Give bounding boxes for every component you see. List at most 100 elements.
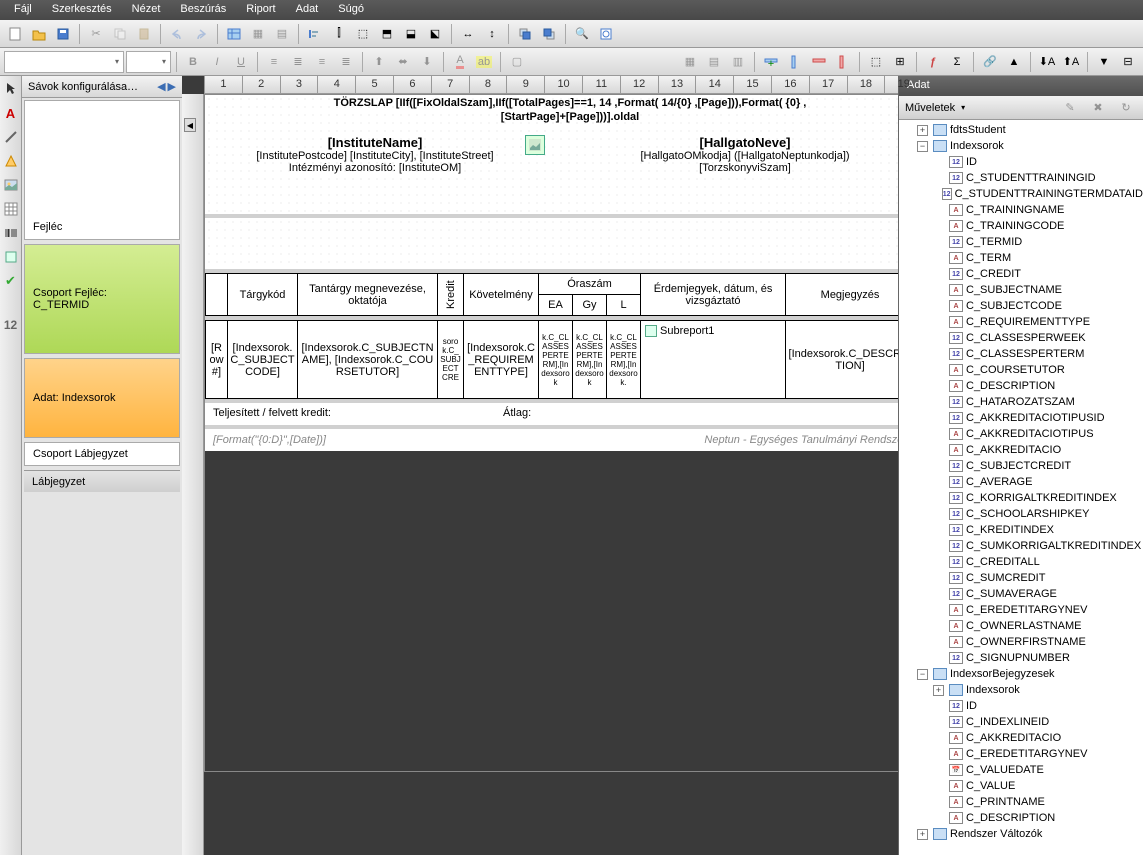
- table-header[interactable]: Tárgykód Tantárgy megnevezése, oktatója …: [205, 273, 898, 316]
- canvas-page-footer[interactable]: [Format("{0:D}",[Date])] Neptun - Egység…: [205, 429, 898, 451]
- paste-button[interactable]: [133, 23, 155, 45]
- sort-desc-icon[interactable]: ⬆A: [1060, 51, 1082, 73]
- gf-avg-box[interactable]: Átlag:: [495, 403, 645, 425]
- tree-item[interactable]: 12C_SIGNUPNUMBER: [899, 650, 1143, 666]
- border-button[interactable]: ▢: [506, 51, 528, 73]
- band-header[interactable]: Fejléc: [24, 100, 180, 240]
- tree-item[interactable]: 12C_AVERAGE: [899, 474, 1143, 490]
- tree-item[interactable]: AC_TERM: [899, 250, 1143, 266]
- merge-icon[interactable]: ⬚: [865, 51, 887, 73]
- tree-item[interactable]: 12C_AKKREDITACIOTIPUSID: [899, 410, 1143, 426]
- pf-date-field[interactable]: [Format("{0:D}",[Date])]: [213, 434, 326, 446]
- canvas-page-header[interactable]: TÖRZSLAP [IIf([FixOldalSzam],IIf([TotalP…: [205, 95, 898, 218]
- valign-bot-icon[interactable]: ⬇: [416, 51, 438, 73]
- cell-ea[interactable]: k.C_CLASSESPERTERM],[Indexsorok: [539, 321, 573, 399]
- tree-item[interactable]: 12C_KORRIGALTKREDITINDEX: [899, 490, 1143, 506]
- image-icon[interactable]: [2, 176, 20, 194]
- tree-item[interactable]: 12ID: [899, 154, 1143, 170]
- tree-item[interactable]: 12C_CREDITALL: [899, 554, 1143, 570]
- pointer-icon[interactable]: [2, 80, 20, 98]
- ungroup-button[interactable]: ▤: [271, 23, 293, 45]
- text-right-icon[interactable]: ≡: [311, 51, 333, 73]
- align-right-icon[interactable]: ⬚: [352, 23, 374, 45]
- tree-item[interactable]: 12C_SUMCREDIT: [899, 570, 1143, 586]
- shape-icon[interactable]: [2, 152, 20, 170]
- cell-credit[interactable]: sorok.C_SUBJECTCRE: [438, 321, 464, 399]
- font-combo[interactable]: ▾: [4, 51, 124, 73]
- send-back-icon[interactable]: [538, 23, 560, 45]
- cell-subreport[interactable]: Subreport1: [641, 321, 786, 399]
- italic-button[interactable]: I: [206, 51, 228, 73]
- th-tantargy[interactable]: Tantárgy megnevezése, oktatója: [298, 274, 438, 316]
- align-left-icon[interactable]: [304, 23, 326, 45]
- tree-expander-icon[interactable]: +: [933, 685, 944, 696]
- scroll-left-icon[interactable]: ◀: [184, 118, 196, 132]
- bands-title[interactable]: Sávok konfigurálása… ◀▶: [22, 76, 182, 98]
- undo-button[interactable]: [166, 23, 188, 45]
- tree-item[interactable]: 12C_CLASSESPERWEEK: [899, 330, 1143, 346]
- filter-icon[interactable]: ▼: [1093, 51, 1115, 73]
- group-button[interactable]: ▦: [247, 23, 269, 45]
- text-center-icon[interactable]: ≣: [287, 51, 309, 73]
- underline-button[interactable]: U: [230, 51, 252, 73]
- image-placeholder-icon[interactable]: [525, 135, 545, 155]
- th-oraszam[interactable]: Óraszám: [539, 274, 641, 295]
- bands-prev-icon[interactable]: ◀: [157, 80, 165, 93]
- bold-button[interactable]: B: [182, 51, 204, 73]
- del-row-icon[interactable]: [808, 51, 830, 73]
- tree-item[interactable]: 12C_INDEXLINEID: [899, 714, 1143, 730]
- align-middle-icon[interactable]: ⬓: [400, 23, 422, 45]
- cell-l[interactable]: k.C_CLASSESPERTERM],[Indexsorok.: [607, 321, 641, 399]
- new-button[interactable]: [4, 23, 26, 45]
- del-col-icon[interactable]: [832, 51, 854, 73]
- th-megjegyzes[interactable]: Megjegyzés: [786, 274, 898, 316]
- check-icon[interactable]: ✔: [2, 272, 20, 290]
- tree-item[interactable]: 12C_STUDENTTRAININGTERMDATAID: [899, 186, 1143, 202]
- align-top-icon[interactable]: ⬒: [376, 23, 398, 45]
- ins-row-icon[interactable]: +: [760, 51, 782, 73]
- barcode-icon[interactable]: [2, 224, 20, 242]
- gf-credit-box[interactable]: Teljesített / felvett kredit:: [205, 403, 495, 425]
- backcolor-button[interactable]: ab: [473, 51, 495, 73]
- tree-item[interactable]: AC_OWNERFIRSTNAME: [899, 634, 1143, 650]
- tree-item[interactable]: AC_VALUE: [899, 778, 1143, 794]
- student-name-field[interactable]: [HallgatoNeve]: [605, 135, 885, 150]
- report-canvas[interactable]: TÖRZSLAP [IIf([FixOldalSzam],IIf([TotalP…: [204, 94, 898, 772]
- band-group-footer[interactable]: Csoport Lábjegyzet: [24, 442, 180, 466]
- zoom-icon[interactable]: 🔍: [571, 23, 593, 45]
- split-icon[interactable]: ⊞: [889, 51, 911, 73]
- func-icon[interactable]: ƒ: [922, 51, 944, 73]
- th-kovetelmeny[interactable]: Követelmény: [464, 274, 539, 316]
- cell-gy[interactable]: k.C_CLASSESPERTERM],[Indexsorok: [573, 321, 607, 399]
- tree-item[interactable]: 12C_SUBJECTCREDIT: [899, 458, 1143, 474]
- tree-item[interactable]: 📅C_VALUEDATE: [899, 762, 1143, 778]
- sum-icon[interactable]: Σ: [946, 51, 968, 73]
- menu-file[interactable]: Fájl: [4, 0, 42, 20]
- size-combo[interactable]: ▾: [126, 51, 171, 73]
- subreport-icon[interactable]: [2, 248, 20, 266]
- menu-help[interactable]: Súgó: [328, 0, 374, 20]
- torzskonyv-field[interactable]: [TorzskonyviSzam]: [605, 162, 885, 174]
- canvas-group-footer[interactable]: Teljesített / felvett kredit: Átlag:: [205, 403, 898, 429]
- menu-view[interactable]: Nézet: [122, 0, 171, 20]
- tree-item[interactable]: AC_DESCRIPTION: [899, 378, 1143, 394]
- forecolor-button[interactable]: A: [449, 51, 471, 73]
- tree-expander-icon[interactable]: +: [917, 125, 928, 136]
- institute-name-field[interactable]: [InstituteName]: [225, 135, 525, 150]
- tree-item[interactable]: 12ID: [899, 698, 1143, 714]
- valign-mid-icon[interactable]: ⬌: [392, 51, 414, 73]
- valign-top-icon[interactable]: ⬆: [368, 51, 390, 73]
- institute-block[interactable]: [InstituteName] [InstitutePostcode] [Ins…: [225, 135, 525, 174]
- cut-button[interactable]: ✂: [85, 23, 107, 45]
- line-icon[interactable]: [2, 128, 20, 146]
- cell-rownum[interactable]: [Row#]: [206, 321, 228, 399]
- tree-item[interactable]: 12C_TERMID: [899, 234, 1143, 250]
- same-height-icon[interactable]: ↕: [481, 23, 503, 45]
- th-erdemjegyek[interactable]: Érdemjegyek, dátum, és vizsgáztató: [641, 274, 786, 316]
- tree-item[interactable]: AC_EREDETITARGYNEV: [899, 746, 1143, 762]
- refresh-icon[interactable]: ↻: [1115, 97, 1137, 119]
- copy-button[interactable]: [109, 23, 131, 45]
- menu-report[interactable]: Riport: [236, 0, 285, 20]
- text-justify-icon[interactable]: ≣: [335, 51, 357, 73]
- canvas-data-band[interactable]: [Row#] [Indexsorok.C_SUBJECTCODE] [Index…: [205, 320, 898, 403]
